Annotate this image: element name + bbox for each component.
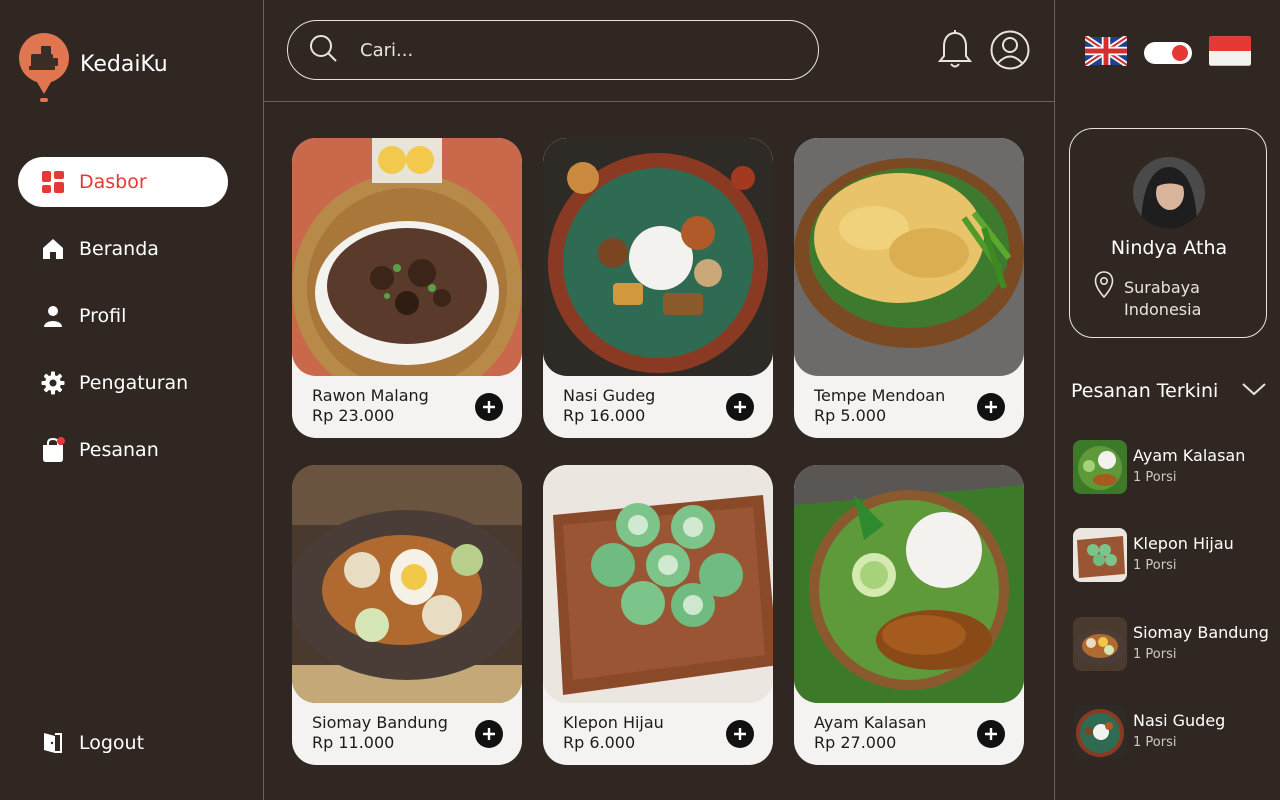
plus-icon (734, 728, 746, 740)
sidebar: KedaiKu Dasbor Beranda Profil Pengaturan… (0, 0, 264, 800)
add-to-cart-button[interactable] (475, 393, 503, 421)
order-name: Klepon Hijau (1133, 534, 1234, 553)
add-to-cart-button[interactable] (726, 393, 754, 421)
location-pin-icon (1094, 271, 1114, 303)
plus-icon (734, 401, 746, 413)
user-account-icon[interactable] (990, 30, 1030, 74)
food-name: Rawon Malang (312, 386, 429, 405)
menu-card[interactable]: Siomay Bandung Rp 11.000 (292, 465, 522, 765)
main-nav: Dasbor Beranda Profil Pengaturan Pesanan (18, 157, 228, 492)
nav-label: Pengaturan (79, 372, 189, 394)
search-bar[interactable] (287, 20, 819, 80)
nav-item-dasbor[interactable]: Dasbor (18, 157, 228, 207)
profile-card[interactable]: Nindya Atha Surabaya Indonesia (1069, 128, 1267, 338)
food-price: Rp 23.000 (312, 406, 395, 425)
plus-icon (483, 401, 495, 413)
language-switcher (1083, 34, 1251, 70)
food-image (543, 465, 773, 703)
menu-card[interactable]: Klepon Hijau Rp 6.000 (543, 465, 773, 765)
order-name: Nasi Gudeg (1133, 711, 1226, 730)
nav-label: Profil (79, 305, 127, 327)
menu-card[interactable]: Rawon Malang Rp 23.000 (292, 138, 522, 438)
recent-orders-title: Pesanan Terkini (1071, 380, 1219, 402)
food-image (292, 138, 522, 376)
location-text: Surabaya Indonesia (1124, 277, 1201, 321)
dashboard-icon (40, 169, 66, 195)
nav-item-beranda[interactable]: Beranda (18, 224, 228, 274)
food-name: Ayam Kalasan (814, 713, 927, 732)
menu-card[interactable]: Ayam Kalasan Rp 27.000 (794, 465, 1024, 765)
home-icon (40, 236, 66, 262)
menu-card[interactable]: Nasi Gudeg Rp 16.000 (543, 138, 773, 438)
food-price: Rp 5.000 (814, 406, 887, 425)
gear-icon (40, 370, 66, 396)
location-country: Indonesia (1124, 300, 1202, 319)
add-to-cart-button[interactable] (977, 720, 1005, 748)
food-name: Nasi Gudeg (563, 386, 656, 405)
order-name: Siomay Bandung (1133, 623, 1269, 642)
list-item[interactable]: Ayam Kalasan 1 Porsi (1073, 440, 1280, 494)
language-toggle[interactable] (1144, 42, 1192, 64)
top-bar (264, 0, 1054, 102)
food-image (292, 465, 522, 703)
order-thumbnail (1073, 617, 1127, 671)
food-name: Siomay Bandung (312, 713, 448, 732)
food-price: Rp 6.000 (563, 733, 636, 752)
add-to-cart-button[interactable] (475, 720, 503, 748)
uk-flag-icon[interactable] (1083, 34, 1129, 70)
food-name: Klepon Hijau (563, 713, 664, 732)
add-to-cart-button[interactable] (977, 393, 1005, 421)
list-item[interactable]: Siomay Bandung 1 Porsi (1073, 617, 1280, 671)
logout-label: Logout (79, 732, 145, 754)
menu-grid: Rawon Malang Rp 23.000 Nasi Gudeg Rp 16.… (264, 103, 1054, 800)
indonesia-flag-icon[interactable] (1209, 36, 1251, 70)
nav-label: Pesanan (79, 439, 159, 461)
add-to-cart-button[interactable] (726, 720, 754, 748)
chevron-down-icon (1241, 380, 1267, 402)
brand[interactable]: KedaiKu (18, 32, 168, 102)
list-item[interactable]: Nasi Gudeg 1 Porsi (1073, 705, 1280, 759)
toggle-knob (1172, 45, 1188, 61)
order-thumbnail (1073, 440, 1127, 494)
food-image (543, 138, 773, 376)
plus-icon (985, 728, 997, 740)
food-price: Rp 11.000 (312, 733, 395, 752)
food-name: Tempe Mendoan (814, 386, 946, 405)
profile-name: Nindya Atha (1110, 237, 1228, 259)
logout-button[interactable]: Logout (40, 730, 144, 756)
nav-item-pesanan[interactable]: Pesanan (18, 425, 228, 475)
bell-icon[interactable] (937, 30, 973, 74)
order-thumbnail (1073, 528, 1127, 582)
store-logo-icon (18, 32, 70, 102)
person-icon (40, 303, 66, 329)
food-image (794, 138, 1024, 376)
order-qty: 1 Porsi (1133, 558, 1177, 573)
location-city: Surabaya (1124, 278, 1200, 297)
search-icon (308, 33, 338, 67)
order-qty: 1 Porsi (1133, 470, 1177, 485)
food-price: Rp 27.000 (814, 733, 897, 752)
search-input[interactable] (360, 39, 780, 61)
nav-label: Dasbor (79, 171, 147, 193)
order-thumbnail (1073, 705, 1127, 759)
food-price: Rp 16.000 (563, 406, 646, 425)
list-item[interactable]: Klepon Hijau 1 Porsi (1073, 528, 1280, 582)
order-name: Ayam Kalasan (1133, 446, 1246, 465)
avatar (1133, 157, 1205, 229)
plus-icon (483, 728, 495, 740)
plus-icon (985, 401, 997, 413)
notification-dot (57, 437, 65, 445)
shopping-bag-icon (40, 437, 66, 463)
order-qty: 1 Porsi (1133, 647, 1177, 662)
logout-icon (40, 730, 66, 756)
nav-item-pengaturan[interactable]: Pengaturan (18, 358, 228, 408)
recent-orders-header[interactable]: Pesanan Terkini (1071, 380, 1267, 402)
order-qty: 1 Porsi (1133, 735, 1177, 750)
right-panel: Nindya Atha Surabaya Indonesia Pesanan T… (1054, 0, 1280, 800)
food-image (794, 465, 1024, 703)
nav-label: Beranda (79, 238, 159, 260)
brand-name: KedaiKu (80, 51, 168, 77)
menu-card[interactable]: Tempe Mendoan Rp 5.000 (794, 138, 1024, 438)
nav-item-profil[interactable]: Profil (18, 291, 228, 341)
